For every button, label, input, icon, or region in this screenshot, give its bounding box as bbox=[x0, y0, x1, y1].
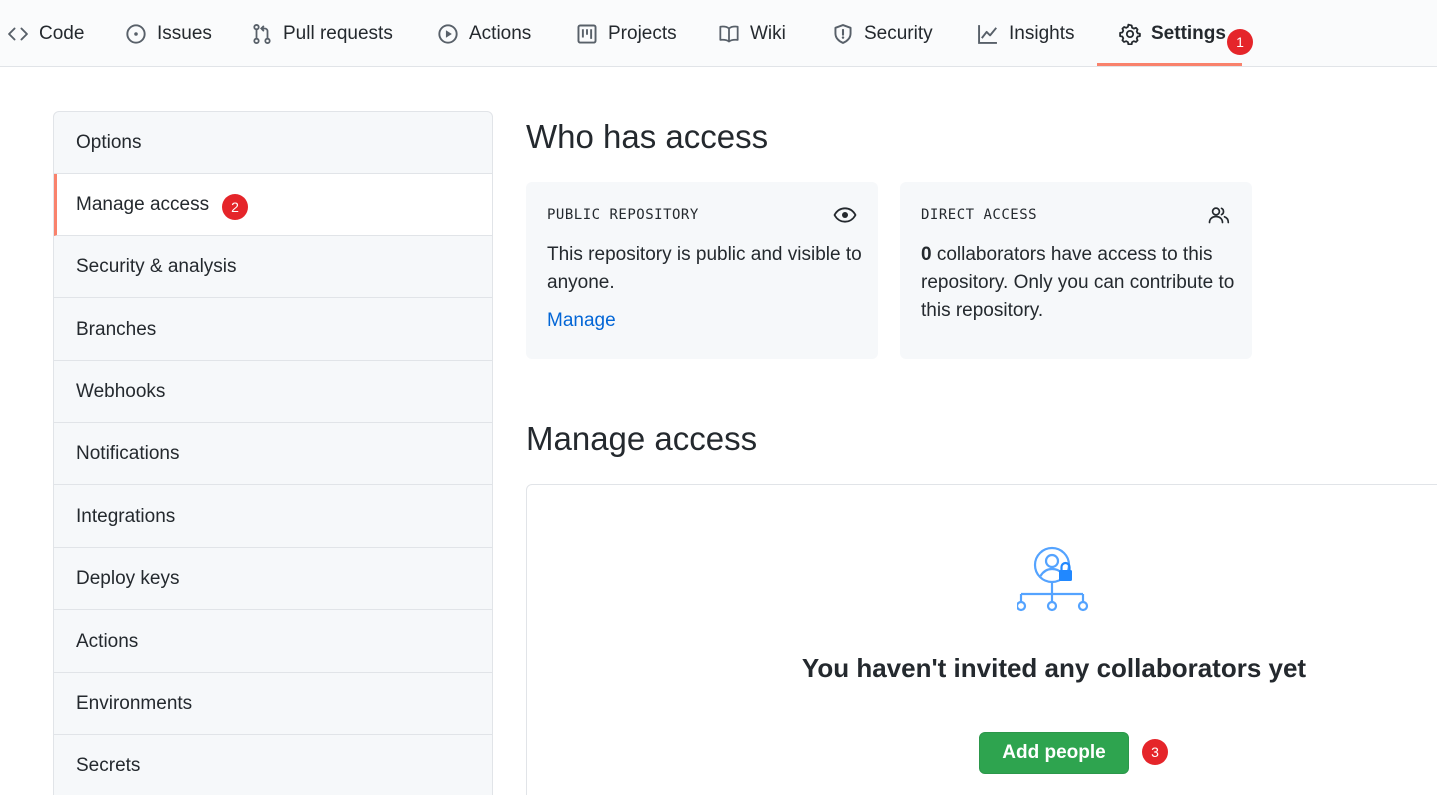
sidebar-item-secrets[interactable]: Secrets bbox=[54, 735, 492, 795]
annotation-badge-3: 3 bbox=[1142, 739, 1168, 765]
people-icon bbox=[1207, 204, 1231, 226]
issue-opened-icon bbox=[124, 22, 148, 46]
tab-label: Actions bbox=[469, 22, 532, 44]
gear-icon bbox=[1118, 22, 1142, 46]
book-icon bbox=[717, 22, 741, 46]
tab-wiki[interactable]: Wiki bbox=[717, 0, 786, 67]
card-body: This repository is public and visible to… bbox=[547, 244, 862, 293]
sidebar-item-security-analysis[interactable]: Security & analysis bbox=[54, 236, 492, 298]
collaborator-count: 0 bbox=[921, 244, 932, 265]
who-has-access-heading: Who has access bbox=[526, 118, 769, 155]
tab-pull-requests[interactable]: Pull requests bbox=[250, 0, 393, 67]
project-icon bbox=[575, 22, 599, 46]
sidebar-item-actions[interactable]: Actions bbox=[54, 611, 492, 673]
git-pull-request-icon bbox=[250, 22, 274, 46]
tab-code[interactable]: Code bbox=[6, 0, 84, 67]
sidebar-item-deploy-keys[interactable]: Deploy keys bbox=[54, 548, 492, 610]
collaborators-box: You haven't invited any collaborators ye… bbox=[526, 484, 1437, 795]
manage-access-heading: Manage access bbox=[526, 420, 758, 457]
sidebar-item-environments[interactable]: Environments bbox=[54, 673, 492, 735]
tab-label: Security bbox=[864, 22, 933, 44]
eye-icon bbox=[833, 204, 857, 226]
graph-icon bbox=[976, 22, 1000, 46]
add-people-button[interactable]: Add people bbox=[979, 732, 1129, 774]
tab-label: Wiki bbox=[750, 22, 786, 44]
tab-label: Code bbox=[39, 22, 85, 44]
tab-issues[interactable]: Issues bbox=[124, 0, 212, 67]
person-lock-network-icon bbox=[1015, 545, 1093, 617]
tab-security[interactable]: Security bbox=[831, 0, 933, 67]
tab-label: Pull requests bbox=[283, 22, 393, 44]
direct-access-card: DIRECT ACCESS 0 collaborators have acces… bbox=[900, 182, 1252, 359]
public-repository-card: PUBLIC REPOSITORY This repository is pub… bbox=[526, 182, 878, 359]
tab-label: Settings bbox=[1151, 22, 1226, 44]
annotation-badge-1: 1 bbox=[1227, 29, 1253, 55]
tab-label: Issues bbox=[157, 22, 212, 44]
sidebar-item-branches[interactable]: Branches bbox=[54, 299, 492, 361]
code-icon bbox=[6, 22, 30, 46]
manage-visibility-link[interactable]: Manage bbox=[547, 310, 616, 332]
tab-projects[interactable]: Projects bbox=[575, 0, 677, 67]
sidebar-item-notifications[interactable]: Notifications bbox=[54, 423, 492, 485]
tab-settings[interactable]: Settings bbox=[1118, 0, 1226, 67]
sidebar-item-webhooks[interactable]: Webhooks bbox=[54, 361, 492, 423]
repo-nav: Code Issues Pull requests Actions Projec… bbox=[0, 0, 1437, 67]
card-label: PUBLIC REPOSITORY bbox=[547, 207, 699, 223]
tab-label: Projects bbox=[608, 22, 677, 44]
empty-state-title: You haven't invited any collaborators ye… bbox=[801, 653, 1307, 683]
shield-icon bbox=[831, 22, 855, 46]
sidebar-item-options[interactable]: Options bbox=[54, 112, 492, 174]
tab-insights[interactable]: Insights bbox=[976, 0, 1074, 67]
tab-actions[interactable]: Actions bbox=[436, 0, 531, 67]
direct-access-text: collaborators have access to this reposi… bbox=[921, 244, 1235, 321]
tab-label: Insights bbox=[1009, 22, 1075, 44]
play-icon bbox=[436, 22, 460, 46]
sidebar-item-integrations[interactable]: Integrations bbox=[54, 486, 492, 548]
card-label: DIRECT ACCESS bbox=[921, 207, 1038, 223]
annotation-badge-2: 2 bbox=[222, 194, 248, 220]
settings-sidebar: Options Manage access Security & analysi… bbox=[53, 111, 493, 795]
sidebar-item-manage-access[interactable]: Manage access bbox=[54, 174, 492, 236]
selected-tab-underline bbox=[1097, 63, 1242, 66]
card-body: 0 collaborators have access to this repo… bbox=[921, 241, 1236, 325]
